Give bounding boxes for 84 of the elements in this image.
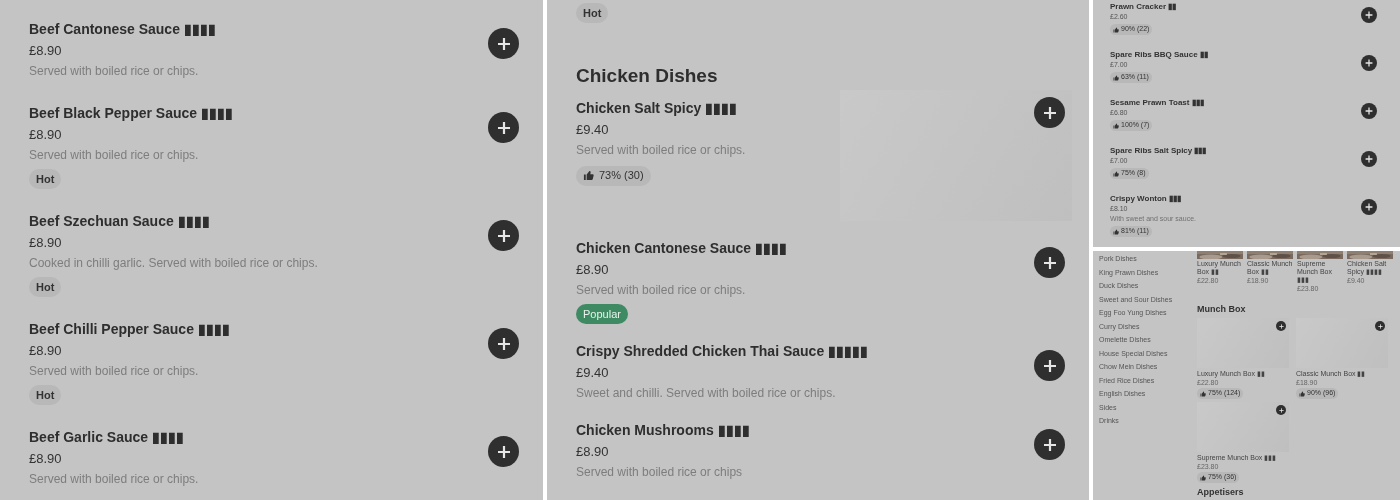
dish-description: Served with boiled rice or chips. <box>576 142 747 159</box>
plus-icon <box>1365 59 1373 67</box>
dish-name: Spare Ribs Salt Spicy ▮▮▮ <box>1110 145 1208 156</box>
dish-name: Beef Garlic Sauce ▮▮▮▮ <box>29 428 185 447</box>
add-button[interactable] <box>1276 321 1286 331</box>
dish-price: £9.40 <box>576 364 610 382</box>
add-button[interactable] <box>1375 321 1385 331</box>
tag: Hot <box>29 277 62 297</box>
thumbs-up-icon <box>1113 26 1119 33</box>
plus-icon <box>496 120 511 135</box>
dish-description: Cooked in chilli garlic. Served with boiled rice or chips. <box>29 255 319 272</box>
add-button[interactable] <box>488 328 519 359</box>
dish-price: £8.90 <box>576 443 610 461</box>
dish-name: Chicken Mushrooms ▮▮▮▮ <box>576 421 751 440</box>
dish-description: Served with boiled rice or chips <box>576 464 744 481</box>
dish-price: £8.90 <box>29 126 63 144</box>
thumbs-up-icon <box>1113 74 1119 81</box>
section-heading: Chicken Dishes <box>576 64 719 88</box>
thumbs-up-icon <box>1113 228 1119 235</box>
dish-name: Crispy Shredded Chicken Thai Sauce ▮▮▮▮▮ <box>576 342 870 361</box>
plus-icon <box>496 444 511 459</box>
add-button[interactable] <box>1361 199 1377 215</box>
plus-icon <box>496 36 511 51</box>
thumbs-up-icon <box>1299 390 1305 397</box>
dish-description: Served with boiled rice or chips. <box>29 147 200 164</box>
tag: Hot <box>29 169 62 189</box>
add-button[interactable] <box>1034 97 1065 128</box>
add-button[interactable] <box>1361 103 1377 119</box>
dish-description: Served with boiled rice or chips. <box>576 282 747 299</box>
dish-description: Served with boiled rice or chips. <box>29 63 200 80</box>
add-button[interactable] <box>488 28 519 59</box>
plus-icon <box>1042 358 1057 373</box>
plus-icon <box>1278 407 1284 413</box>
add-button[interactable] <box>1276 405 1286 415</box>
dish-name: Chicken Salt Spicy ▮▮▮▮ <box>576 99 739 118</box>
dish-name: Beef Chilli Pepper Sauce ▮▮▮▮ <box>29 320 231 339</box>
plus-icon <box>1042 255 1057 270</box>
dish-name: Crispy Wonton ▮▮▮ <box>1110 193 1182 204</box>
add-button[interactable] <box>1361 7 1377 23</box>
section-heading: Appetisers <box>1197 486 1245 498</box>
dish-price: £8.90 <box>576 261 610 279</box>
dish-price: £8.90 <box>29 42 63 60</box>
dish-name: Chicken Cantonese Sauce ▮▮▮▮ <box>576 239 788 258</box>
section-heading: Munch Box <box>1197 303 1247 315</box>
rating-text: 73% (30) <box>599 168 644 184</box>
add-button[interactable] <box>1361 151 1377 167</box>
thumbs-up-icon <box>1113 122 1119 129</box>
add-button[interactable] <box>1034 350 1065 381</box>
dish-price: £8.90 <box>29 450 63 468</box>
add-button[interactable] <box>1361 55 1377 71</box>
dish-name: Beef Szechuan Sauce ▮▮▮▮ <box>29 212 211 231</box>
plus-icon <box>1365 155 1373 163</box>
dish-name: Sesame Prawn Toast ▮▮▮ <box>1110 97 1205 108</box>
plus-icon <box>1365 11 1373 19</box>
dish-name: Beef Black Pepper Sauce ▮▮▮▮ <box>29 104 234 123</box>
add-button[interactable] <box>488 220 519 251</box>
dish-name: Beef Cantonese Sauce ▮▮▮▮ <box>29 20 217 39</box>
thumbs-up-icon <box>1200 474 1206 481</box>
plus-icon <box>496 228 511 243</box>
add-button[interactable] <box>488 436 519 467</box>
plus-icon <box>1042 105 1057 120</box>
dish-name: Spare Ribs BBQ Sauce ▮▮ <box>1110 49 1209 60</box>
dish-price: £8.90 <box>29 342 63 360</box>
plus-icon <box>1377 323 1383 329</box>
tag: Popular <box>576 304 628 324</box>
plus-icon <box>1042 437 1057 452</box>
thumbs-up-icon <box>1113 170 1119 177</box>
dish-price: £9.40 <box>576 121 610 139</box>
add-button[interactable] <box>1034 429 1065 460</box>
add-button[interactable] <box>488 112 519 143</box>
dish-description: Served with boiled rice or chips. <box>29 363 200 380</box>
plus-icon <box>1365 107 1373 115</box>
dish-name: Prawn Cracker ▮▮ <box>1110 1 1178 12</box>
plus-icon <box>496 336 511 351</box>
dish-description: Served with boiled rice or chips. <box>29 471 200 488</box>
dish-price: £8.90 <box>29 234 63 252</box>
plus-icon <box>1278 323 1284 329</box>
thumbs-up-icon <box>583 170 594 181</box>
plus-icon <box>1365 203 1373 211</box>
tag: Hot <box>576 3 609 23</box>
thumbs-up-icon <box>1200 390 1206 397</box>
dish-description: Sweet and chilli. Served with boiled rice or chips. <box>576 385 837 402</box>
tag: Hot <box>29 385 62 405</box>
add-button[interactable] <box>1034 247 1065 278</box>
